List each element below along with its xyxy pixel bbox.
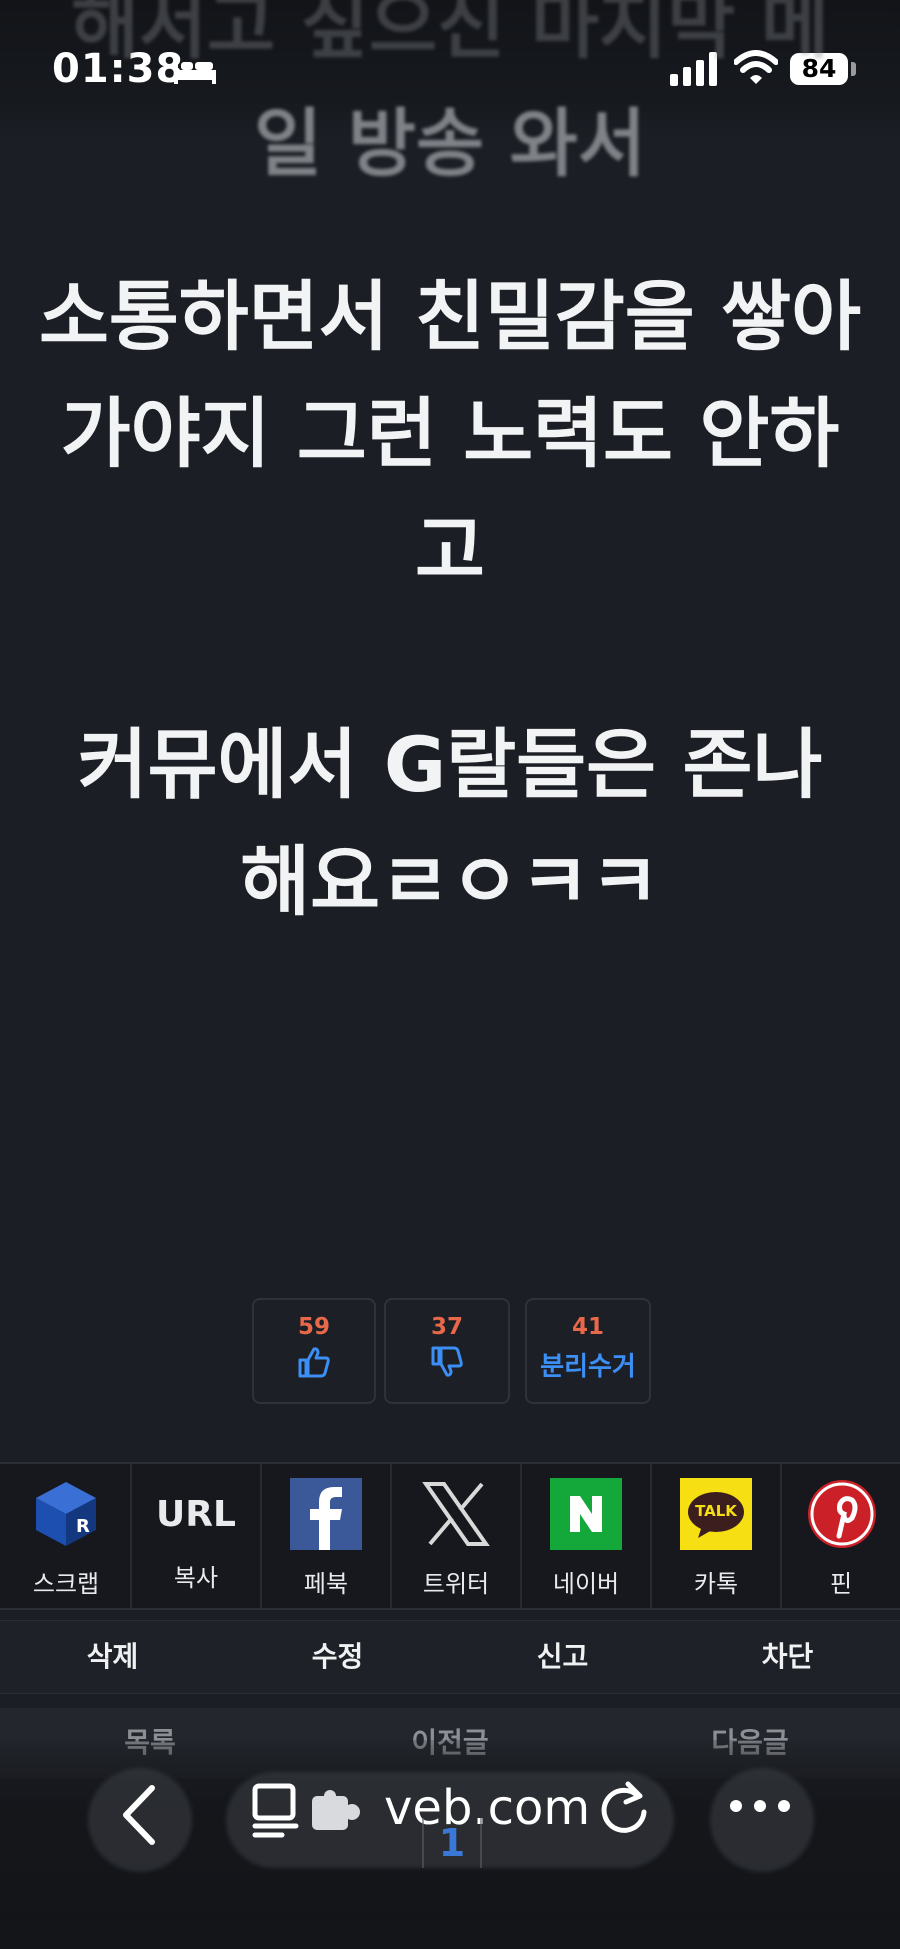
share-facebook-label: 페북	[303, 1570, 349, 1598]
faded-heading-top: 해서고 싶으신 마지막 메	[70, 0, 830, 69]
share-pinterest-label: 핀	[829, 1570, 853, 1598]
back-arrow-icon[interactable]	[118, 1784, 158, 1846]
thumbs-up-icon	[298, 1347, 330, 1378]
action-bar: 삭제 수정 신고 차단	[0, 1620, 900, 1694]
post-paragraph-1: 소통하면서 친밀감을 쌓아가야지 그런 노력도 안하고	[38, 272, 862, 595]
pinterest-icon	[808, 1480, 876, 1548]
separate-button[interactable]: 41 분리수거	[525, 1298, 651, 1404]
dislike-button[interactable]: 37	[384, 1298, 510, 1404]
block-button[interactable]: 차단	[675, 1621, 900, 1693]
reader-tabs-icon[interactable]	[252, 1782, 300, 1838]
share-naver-label: 네이버	[552, 1570, 620, 1598]
kakao-logo-text: TALK	[695, 1502, 737, 1520]
share-kakao-label: 카톡	[693, 1570, 739, 1598]
share-url-label: 복사	[173, 1564, 219, 1592]
share-scrap-label: 스크랩	[32, 1570, 100, 1598]
naver-icon	[550, 1478, 622, 1550]
share-naver[interactable]: 네이버	[522, 1464, 652, 1608]
svg-text:R: R	[76, 1516, 90, 1537]
scrap-cube-icon: R	[36, 1482, 96, 1546]
page-number[interactable]: 1	[422, 1818, 482, 1868]
thumbs-down-icon	[431, 1346, 463, 1377]
share-twitter-label: 트위터	[422, 1570, 490, 1598]
share-scrap[interactable]: R 스크랩	[2, 1464, 132, 1608]
like-count: 59	[297, 1314, 330, 1340]
share-facebook[interactable]: 페북	[262, 1464, 392, 1608]
reload-icon[interactable]	[598, 1780, 650, 1836]
delete-button[interactable]: 삭제	[0, 1621, 225, 1693]
bottom-strip	[0, 1920, 900, 1949]
separate-label: 분리수거	[540, 1352, 636, 1382]
edit-button[interactable]: 수정	[225, 1621, 450, 1693]
extension-puzzle-icon[interactable]	[310, 1790, 362, 1834]
share-url-title: URL	[156, 1494, 236, 1535]
faded-heading: 일 방송 와서	[254, 101, 646, 187]
address-url[interactable]: veb.com	[384, 1780, 590, 1836]
dislike-count: 37	[430, 1314, 463, 1340]
facebook-icon	[290, 1478, 362, 1550]
more-options-icon[interactable]	[728, 1796, 792, 1816]
separate-count: 41	[571, 1314, 604, 1340]
share-bar: R 스크랩 URL 복사 페북 트위터 네이버 TALK 카톡 핀	[0, 1462, 900, 1610]
more-button-backdrop	[710, 1768, 814, 1872]
like-button[interactable]: 59	[252, 1298, 376, 1404]
report-button[interactable]: 신고	[450, 1621, 675, 1693]
share-pinterest[interactable]: 핀	[782, 1464, 900, 1608]
share-url[interactable]: URL 복사	[132, 1464, 262, 1608]
x-logo-icon	[422, 1482, 490, 1546]
post-paragraph-2: 커뮤에서 G랄들은 존나 해요ㄹㅇㅋㅋ	[77, 720, 823, 926]
share-twitter[interactable]: 트위터	[392, 1464, 522, 1608]
share-kakao[interactable]: TALK 카톡	[652, 1464, 782, 1608]
